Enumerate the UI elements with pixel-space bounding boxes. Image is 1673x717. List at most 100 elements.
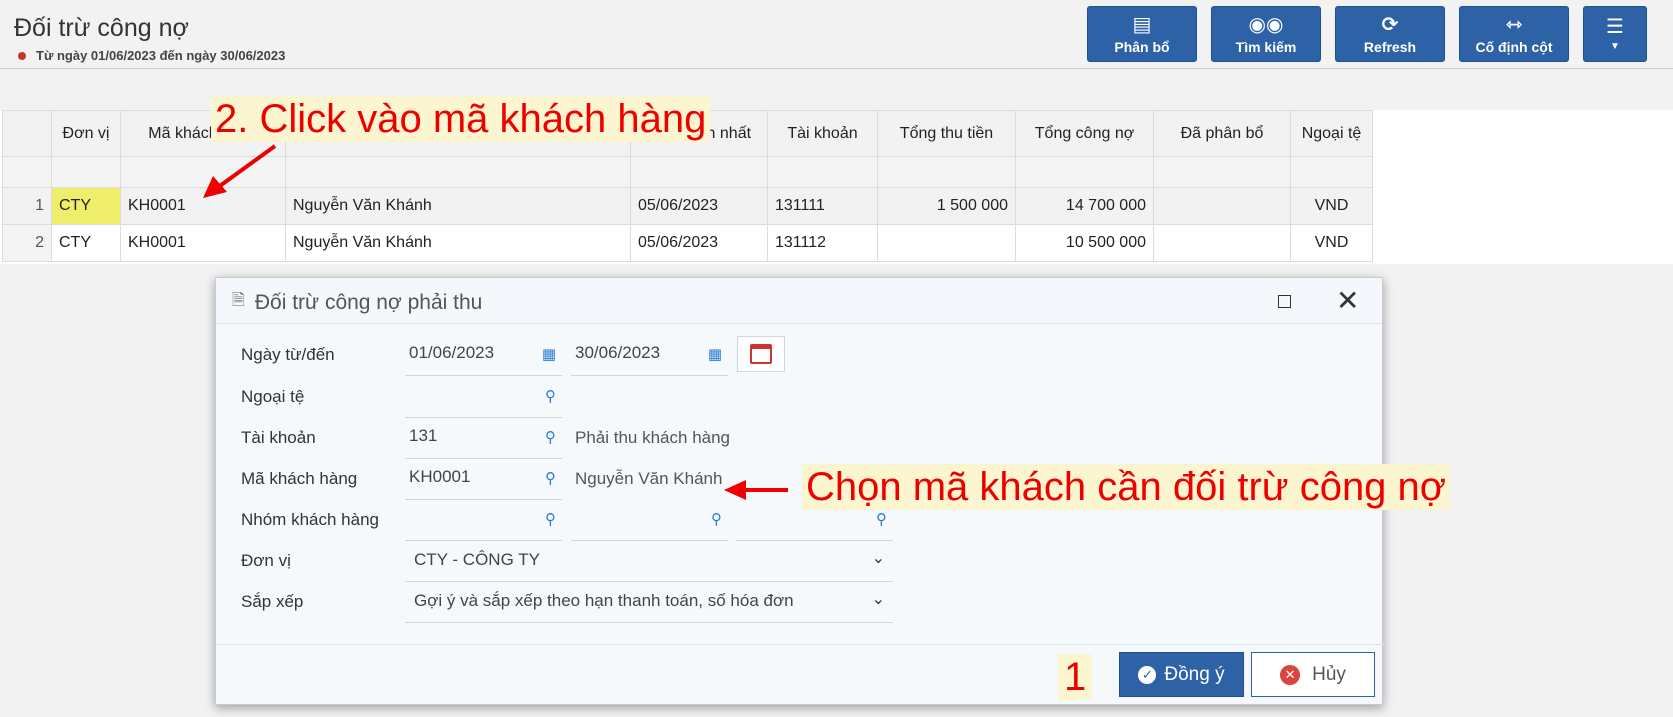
account-label: Tài khoản bbox=[241, 428, 316, 447]
customer-name: Nguyễn Văn Khánh bbox=[575, 469, 723, 488]
unit-cell[interactable]: CTY bbox=[51, 187, 121, 225]
arrow-choose-icon bbox=[724, 480, 788, 500]
column-header[interactable]: Đơn vị bbox=[51, 110, 121, 157]
allocated-cell[interactable] bbox=[1153, 224, 1291, 262]
ok-button[interactable]: ✓ Đồng ý bbox=[1119, 652, 1244, 697]
maximize-icon[interactable] bbox=[1278, 295, 1291, 308]
total-received-cell[interactable]: 1 500 000 bbox=[877, 187, 1016, 225]
check-circle-icon: ✓ bbox=[1138, 665, 1157, 684]
unit-select[interactable]: CTY - CÔNG TY ⌄ bbox=[405, 542, 893, 582]
search-button[interactable]: ◉◉ Tìm kiếm bbox=[1211, 6, 1321, 62]
customer-group-input-2[interactable]: ⚲ bbox=[571, 501, 728, 541]
total-debt-cell[interactable]: 14 700 000 bbox=[1015, 187, 1154, 225]
annotation-step2: 2. Click vào mã khách hàng bbox=[211, 96, 711, 142]
allocated-cell[interactable] bbox=[1153, 187, 1291, 225]
account-cell[interactable]: 131112 bbox=[767, 224, 878, 262]
close-circle-icon: ✕ bbox=[1280, 664, 1301, 685]
sort-select-value: Gợi ý và sắp xếp theo hạn thanh toán, số… bbox=[414, 591, 794, 610]
date-from-input[interactable]: 01/06/2023 ▦ bbox=[405, 336, 562, 376]
annotation-choose-customer: Chọn mã khách cần đối trừ công nợ bbox=[802, 464, 1451, 510]
dialog-title-text: Đối trừ công nợ phải thu bbox=[254, 290, 483, 314]
customer-group-input-1[interactable]: ⚲ bbox=[405, 501, 562, 541]
unit-cell[interactable]: CTY bbox=[51, 224, 121, 262]
filter-cell[interactable] bbox=[767, 156, 878, 188]
total-debt-cell[interactable]: 10 500 000 bbox=[1015, 224, 1154, 262]
search-icon[interactable]: ⚲ bbox=[545, 510, 556, 528]
currency-label: Ngoại tệ bbox=[241, 387, 305, 406]
filter-cell[interactable] bbox=[1015, 156, 1154, 188]
calendar-preset-button[interactable] bbox=[737, 336, 785, 372]
refresh-button[interactable]: ⟳ Refresh bbox=[1335, 6, 1445, 62]
customer-code-cell[interactable]: KH0001 bbox=[120, 224, 286, 262]
chevron-down-icon: ⌄ bbox=[871, 591, 885, 608]
dialog-title: 🗎 Đối trừ công nợ phải thu bbox=[232, 289, 482, 316]
sort-select[interactable]: Gợi ý và sắp xếp theo hạn thanh toán, số… bbox=[405, 583, 893, 623]
account-row: Tài khoản 131 ⚲ Phải thu khách hàng bbox=[216, 419, 1384, 459]
search-label: Tìm kiếm bbox=[1235, 38, 1297, 55]
chevron-down-icon: ⌄ bbox=[871, 550, 885, 567]
unit-label: Đơn vị bbox=[241, 551, 291, 570]
date-cell[interactable]: 05/06/2023 bbox=[630, 187, 768, 225]
menu-button[interactable]: ☰ ▼ bbox=[1583, 6, 1647, 62]
row-number-header bbox=[2, 110, 52, 157]
sort-label: Sắp xếp bbox=[241, 592, 304, 611]
search-icon[interactable]: ⚲ bbox=[711, 510, 722, 528]
calendar-icon[interactable]: ▦ bbox=[708, 345, 722, 363]
freeze-columns-button[interactable]: ⇿ Cố định cột bbox=[1459, 6, 1569, 62]
refresh-label: Refresh bbox=[1363, 38, 1417, 55]
list-menu-icon: ☰ bbox=[1606, 16, 1624, 38]
calendar-icon[interactable]: ▦ bbox=[542, 345, 556, 363]
total-received-cell[interactable] bbox=[877, 224, 1016, 262]
column-header[interactable]: Đã phân bổ bbox=[1153, 110, 1291, 157]
row-number: 2 bbox=[2, 224, 52, 262]
account-cell[interactable]: 131111 bbox=[767, 187, 878, 225]
dialog-header: 🗎 Đối trừ công nợ phải thu ✕ bbox=[216, 278, 1382, 324]
filter-cell[interactable] bbox=[51, 156, 121, 188]
search-icon[interactable]: ⚲ bbox=[545, 387, 556, 405]
search-icon[interactable]: ⚲ bbox=[545, 428, 556, 446]
currency-input[interactable]: ⚲ bbox=[405, 378, 562, 418]
freeze-columns-label: Cố định cột bbox=[1475, 38, 1553, 55]
date-range-label: Ngày từ/đến bbox=[241, 345, 335, 364]
date-to-value: 30/06/2023 bbox=[575, 343, 661, 362]
column-header[interactable]: Tài khoản bbox=[767, 110, 878, 157]
unit-row: Đơn vị CTY - CÔNG TY ⌄ bbox=[216, 542, 1384, 582]
currency-cell[interactable]: VND bbox=[1290, 224, 1373, 262]
calendar-red-icon bbox=[750, 344, 772, 364]
filter-cell[interactable] bbox=[630, 156, 768, 188]
account-input[interactable]: 131 ⚲ bbox=[405, 419, 562, 459]
table-row[interactable]: 2 CTY KH0001 Nguyễn Văn Khánh 05/06/2023… bbox=[2, 224, 1373, 262]
allocate-icon: ▤ bbox=[1132, 13, 1152, 36]
customer-code-label: Mã khách hàng bbox=[241, 469, 358, 488]
date-cell[interactable]: 05/06/2023 bbox=[630, 224, 768, 262]
filter-cell[interactable] bbox=[877, 156, 1016, 188]
allocate-button[interactable]: ▤ Phân bổ bbox=[1087, 6, 1197, 62]
account-name: Phải thu khách hàng bbox=[575, 428, 731, 447]
filter-cell[interactable] bbox=[285, 156, 631, 188]
column-header[interactable]: Tổng thu tiền bbox=[877, 110, 1016, 157]
cancel-button[interactable]: ✕ Hủy bbox=[1251, 652, 1375, 697]
search-icon[interactable]: ⚲ bbox=[876, 510, 887, 528]
date-to-input[interactable]: 30/06/2023 ▦ bbox=[571, 336, 728, 376]
filter-cell[interactable] bbox=[1153, 156, 1291, 188]
filter-cell[interactable] bbox=[1290, 156, 1373, 188]
binoculars-icon: ◉◉ bbox=[1248, 13, 1284, 36]
annotation-step1: 1 bbox=[1058, 654, 1093, 700]
page-title: Đối trừ công nợ bbox=[14, 14, 189, 42]
close-icon[interactable]: ✕ bbox=[1336, 284, 1359, 317]
ok-label: Đồng ý bbox=[1164, 663, 1225, 685]
allocate-label: Phân bổ bbox=[1114, 38, 1170, 55]
customer-group-label: Nhóm khách hàng bbox=[241, 510, 379, 529]
row-number: 1 bbox=[2, 187, 52, 225]
freeze-columns-icon: ⇿ bbox=[1505, 13, 1523, 36]
column-header[interactable]: Ngoại tệ bbox=[1290, 110, 1373, 157]
search-icon[interactable]: ⚲ bbox=[545, 469, 556, 487]
customer-name-cell[interactable]: Nguyễn Văn Khánh bbox=[285, 224, 631, 262]
dialog-footer-divider bbox=[216, 644, 1384, 645]
customer-code-input[interactable]: KH0001 ⚲ bbox=[405, 460, 562, 500]
currency-cell[interactable]: VND bbox=[1290, 187, 1373, 225]
document-icon: 🗎 bbox=[232, 292, 245, 309]
column-header[interactable]: Tổng công nợ bbox=[1015, 110, 1154, 157]
customer-name-cell[interactable]: Nguyễn Văn Khánh bbox=[285, 187, 631, 225]
customer-code-value: KH0001 bbox=[409, 467, 471, 486]
